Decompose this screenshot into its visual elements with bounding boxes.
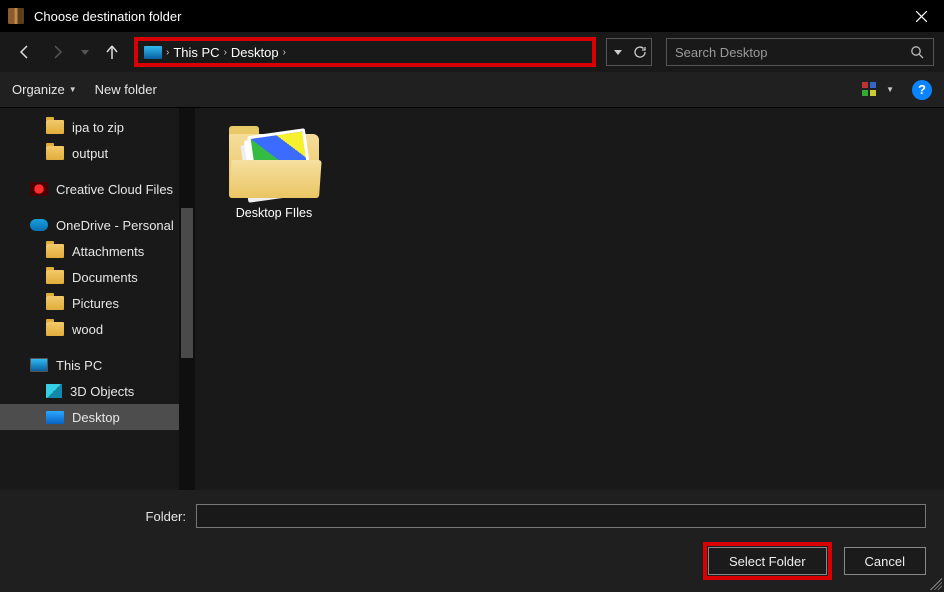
folder-icon [46, 322, 64, 336]
organize-label: Organize [12, 82, 65, 97]
folder-item[interactable]: Desktop FIles [219, 126, 329, 220]
tree: ipa to zip output Creative Cloud Files OneD… [0, 108, 179, 436]
tree-item[interactable]: ipa to zip [0, 114, 179, 140]
tree-item[interactable]: This PC [0, 352, 179, 378]
breadcrumb-item[interactable]: This PC [173, 45, 219, 60]
help-icon-text: ? [918, 82, 926, 97]
sidebar: ipa to zip output Creative Cloud Files OneD… [0, 108, 195, 490]
address-bar[interactable]: › This PC › Desktop › [138, 41, 592, 63]
close-button[interactable] [898, 0, 944, 32]
organize-dropdown[interactable]: Organize ▼ [12, 82, 77, 97]
button-row: Select Folder Cancel [18, 542, 926, 580]
desktop-sel-icon [46, 411, 64, 424]
tree-item-label: This PC [56, 358, 102, 373]
folder-item-label: Desktop FIles [236, 206, 312, 220]
forward-button[interactable] [44, 38, 72, 66]
folder-icon [46, 120, 64, 134]
tree-item[interactable]: OneDrive - Personal [0, 212, 179, 238]
cube-icon [46, 384, 62, 398]
search-icon[interactable] [909, 44, 925, 60]
view-options-dropdown[interactable]: ▼ [862, 82, 894, 98]
sidebar-scrollbar-thumb[interactable] [181, 208, 193, 358]
cc-icon [30, 182, 48, 196]
chevron-right-icon[interactable]: › [283, 47, 286, 58]
tree-item[interactable]: output [0, 140, 179, 166]
tree-item-label: output [72, 146, 108, 161]
onedrive-icon [30, 219, 48, 231]
history-dropdown[interactable] [78, 38, 92, 66]
sidebar-scrollbar-track[interactable] [179, 108, 195, 490]
folder-input[interactable] [196, 504, 926, 528]
folder-large-icon [229, 126, 319, 198]
folder-field-label: Folder: [18, 509, 190, 524]
tree-item[interactable]: Attachments [0, 238, 179, 264]
nav-row: › This PC › Desktop › [0, 32, 944, 72]
previous-locations-dropdown[interactable] [607, 39, 629, 65]
back-button[interactable] [10, 38, 38, 66]
caret-down-icon: ▼ [69, 85, 77, 94]
folder-icon [46, 146, 64, 160]
folder-icon [46, 296, 64, 310]
new-folder-label: New folder [95, 82, 157, 97]
main-area: ipa to zip output Creative Cloud Files OneD… [0, 108, 944, 490]
caret-down-icon: ▼ [886, 85, 894, 94]
view-grid-icon [862, 82, 880, 98]
tree-item-label: Creative Cloud Files [56, 182, 173, 197]
tree-item-label: wood [72, 322, 103, 337]
search-box[interactable] [666, 38, 934, 66]
chevron-right-icon[interactable]: › [166, 47, 169, 58]
footer: Folder: Select Folder Cancel [0, 490, 944, 592]
app-icon [8, 8, 24, 24]
refresh-button[interactable] [629, 39, 651, 65]
tree-item-label: OneDrive - Personal [56, 218, 174, 233]
help-button[interactable]: ? [912, 80, 932, 100]
address-controls [606, 38, 652, 66]
folder-icon [46, 270, 64, 284]
tree-item[interactable]: Desktop [0, 404, 179, 430]
tree-item[interactable]: wood [0, 316, 179, 342]
breadcrumb-label: This PC [173, 45, 219, 60]
tree-item-label: 3D Objects [70, 384, 134, 399]
folder-field-row: Folder: [18, 504, 926, 528]
tree-item-label: Documents [72, 270, 138, 285]
title-bar: Choose destination folder [0, 0, 944, 32]
select-folder-highlight: Select Folder [703, 542, 832, 580]
tree-item[interactable]: Pictures [0, 290, 179, 316]
window-title: Choose destination folder [34, 9, 181, 24]
select-folder-button[interactable]: Select Folder [708, 547, 827, 575]
tree-item[interactable]: 3D Objects [0, 378, 179, 404]
tree-item-label: Attachments [72, 244, 144, 259]
toolbar: Organize ▼ New folder ▼ ? [0, 72, 944, 108]
up-button[interactable] [98, 38, 126, 66]
tree-item-label: Desktop [72, 410, 120, 425]
tree-item-label: ipa to zip [72, 120, 124, 135]
cancel-button[interactable]: Cancel [844, 547, 926, 575]
resize-grip[interactable] [930, 578, 942, 590]
new-folder-button[interactable]: New folder [95, 82, 157, 97]
tree-item-label: Pictures [72, 296, 119, 311]
chevron-right-icon[interactable]: › [224, 47, 227, 58]
tree-item[interactable]: Creative Cloud Files [0, 176, 179, 202]
pcicon-icon [30, 358, 48, 372]
breadcrumb-item[interactable]: Desktop [231, 45, 279, 60]
folder-icon [46, 244, 64, 258]
search-input[interactable] [675, 45, 909, 60]
breadcrumb-label: Desktop [231, 45, 279, 60]
tree-item[interactable]: Documents [0, 264, 179, 290]
pc-icon [144, 46, 162, 59]
content-pane[interactable]: Desktop FIles [195, 108, 944, 490]
address-bar-highlight: › This PC › Desktop › [134, 37, 596, 67]
